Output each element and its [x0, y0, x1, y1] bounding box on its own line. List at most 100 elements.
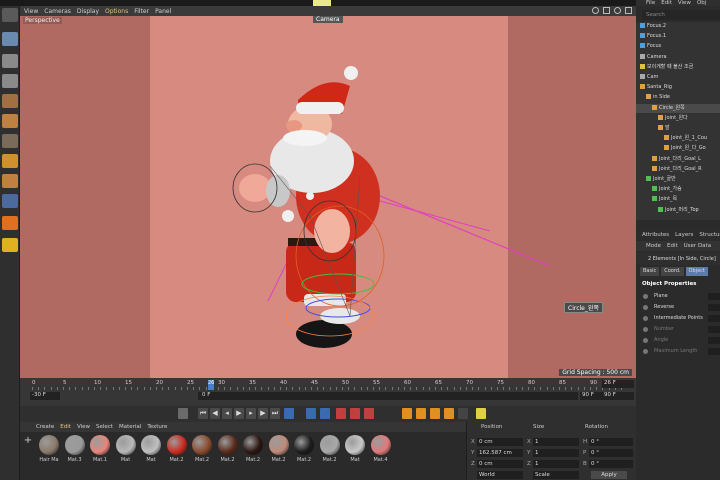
scale-icon[interactable]: [2, 74, 18, 88]
subtab-basic[interactable]: Basic: [640, 267, 660, 276]
property-value[interactable]: [708, 304, 720, 311]
snap-icon[interactable]: [2, 174, 18, 188]
viewport[interactable]: Perspective Camera Circle_왼쪽 Grid Spacin…: [20, 16, 636, 378]
move-icon[interactable]: [2, 54, 18, 68]
maximize-icon[interactable]: [625, 7, 632, 14]
play-icon[interactable]: ▶: [234, 408, 244, 419]
mat-menu-material[interactable]: Material: [119, 424, 141, 430]
size-y-field[interactable]: 1: [533, 449, 579, 457]
rotate-icon[interactable]: [2, 94, 18, 108]
attr-menu-mode[interactable]: Mode: [646, 241, 661, 251]
object-row[interactable]: Santa_Rig: [636, 83, 720, 92]
render-region-icon[interactable]: [178, 408, 188, 419]
object-row[interactable]: Joint_가슴: [636, 185, 720, 194]
undo-icon[interactable]: [2, 8, 18, 22]
frame-end-bottom-field[interactable]: 90 F: [602, 392, 634, 400]
property-animate-dot[interactable]: [643, 338, 648, 343]
frame-start-field[interactable]: -30 F: [30, 392, 60, 400]
current-frame-field[interactable]: 0 F: [198, 392, 578, 400]
mat-menu-view[interactable]: View: [77, 424, 90, 430]
material-swatch[interactable]: Mat.4: [370, 435, 392, 465]
cube-select-icon[interactable]: [2, 32, 18, 46]
frame-end-top-field[interactable]: 26 F: [602, 380, 634, 388]
material-swatch[interactable]: Mat: [140, 435, 162, 465]
property-animate-dot[interactable]: [643, 305, 648, 310]
autokey-icon[interactable]: [350, 408, 360, 419]
object-row[interactable]: Joint_다리_Goal_R: [636, 165, 720, 174]
timeline-playhead[interactable]: 26: [208, 380, 214, 390]
rot-b-field[interactable]: 0 °: [589, 460, 633, 468]
scale-dropdown[interactable]: Scale: [533, 471, 579, 479]
property-row[interactable]: Plane: [640, 292, 720, 301]
pos-track-icon[interactable]: [402, 408, 412, 419]
property-row[interactable]: Angle: [640, 336, 720, 345]
material-swatch[interactable]: Mat.2: [166, 435, 188, 465]
material-swatch[interactable]: Mat.1: [89, 435, 111, 465]
tab-attributes[interactable]: Attributes: [642, 230, 669, 240]
material-swatch[interactable]: Mat.3: [64, 435, 86, 465]
timeline[interactable]: 0 5 10 15 20 25 30 35 40 45 50 55 60 65 70 75 80 85 90 26 2…: [20, 378, 636, 406]
om-menu-edit[interactable]: Edit: [661, 0, 672, 6]
menu-panel[interactable]: Panel: [155, 8, 171, 15]
property-value[interactable]: [708, 293, 720, 300]
layer-icon[interactable]: [2, 194, 18, 208]
material-swatch[interactable]: Mat.2: [319, 435, 341, 465]
object-row[interactable]: in Side: [636, 93, 720, 102]
om-menu-obj[interactable]: Obj: [697, 0, 706, 6]
subtab-coord[interactable]: Coord.: [661, 267, 684, 276]
material-swatch[interactable]: Mat: [344, 435, 366, 465]
size-z-field[interactable]: 1: [533, 460, 579, 468]
property-row[interactable]: Maximum Length: [640, 347, 720, 356]
material-swatch[interactable]: Hair Ma: [38, 435, 60, 465]
mat-menu-edit[interactable]: Edit: [60, 424, 71, 430]
next-frame-icon[interactable]: ▸: [246, 408, 256, 419]
param-track-icon[interactable]: [444, 408, 454, 419]
record-icon[interactable]: [336, 408, 346, 419]
property-animate-dot[interactable]: [643, 316, 648, 321]
next-key-icon[interactable]: ▶: [258, 408, 268, 419]
menu-cameras[interactable]: Cameras: [44, 8, 71, 15]
om-menu-file[interactable]: File: [646, 0, 655, 6]
scale-track-icon[interactable]: [416, 408, 426, 419]
menu-options[interactable]: Options: [105, 8, 128, 15]
menu-display[interactable]: Display: [77, 8, 99, 15]
tab-structure[interactable]: Structure: [699, 230, 720, 240]
object-row[interactable]: Joint_왼_다_Go: [636, 144, 720, 153]
property-value[interactable]: [708, 326, 720, 333]
loop-icon[interactable]: [284, 408, 294, 419]
autokey-mode-icon[interactable]: [320, 408, 330, 419]
property-value[interactable]: [708, 348, 720, 355]
attr-menu-edit[interactable]: Edit: [667, 241, 678, 251]
texture-icon[interactable]: [2, 134, 18, 148]
prev-key-icon[interactable]: ◀: [210, 408, 220, 419]
object-search-input[interactable]: Search: [642, 10, 720, 20]
goto-end-icon[interactable]: ⏭: [270, 408, 280, 419]
object-row[interactable]: Joint_머리_Top: [636, 206, 720, 215]
property-row[interactable]: Reverse: [640, 303, 720, 312]
object-row[interactable]: Joint_왼_1_Cou: [636, 134, 720, 143]
object-row[interactable]: Circle_왼쪽: [636, 103, 720, 113]
property-value[interactable]: [708, 337, 720, 344]
object-row[interactable]: Joint_왼다: [636, 114, 720, 123]
size-x-field[interactable]: 1: [533, 438, 579, 446]
mat-menu-create[interactable]: Create: [36, 424, 54, 430]
key-mode-icon[interactable]: [306, 408, 316, 419]
pos-z-field[interactable]: 0 cm: [477, 460, 523, 468]
zoom-icon[interactable]: [603, 7, 610, 14]
object-row[interactable]: 보이게할 때 불산 조금: [636, 63, 720, 72]
om-menu-view[interactable]: View: [678, 0, 691, 6]
timeline-ruler[interactable]: 0 5 10 15 20 25 30 35 40 45 50 55 60 65 70 75 80 85 90 26: [30, 380, 622, 390]
mat-menu-texture[interactable]: Texture: [147, 424, 167, 430]
keyframe-icon[interactable]: [364, 408, 374, 419]
world-dropdown[interactable]: World: [477, 471, 523, 479]
material-swatch[interactable]: Mat.2: [268, 435, 290, 465]
rot-track-icon[interactable]: [430, 408, 440, 419]
object-row[interactable]: Joint_골반: [636, 175, 720, 184]
object-row[interactable]: Joint_목: [636, 195, 720, 204]
prev-frame-icon[interactable]: ◂: [222, 408, 232, 419]
axis-icon[interactable]: [2, 154, 18, 168]
material-swatch[interactable]: Mat: [115, 435, 137, 465]
object-icon[interactable]: [2, 114, 18, 128]
magnet-icon[interactable]: [2, 216, 18, 230]
property-value[interactable]: [708, 315, 720, 322]
